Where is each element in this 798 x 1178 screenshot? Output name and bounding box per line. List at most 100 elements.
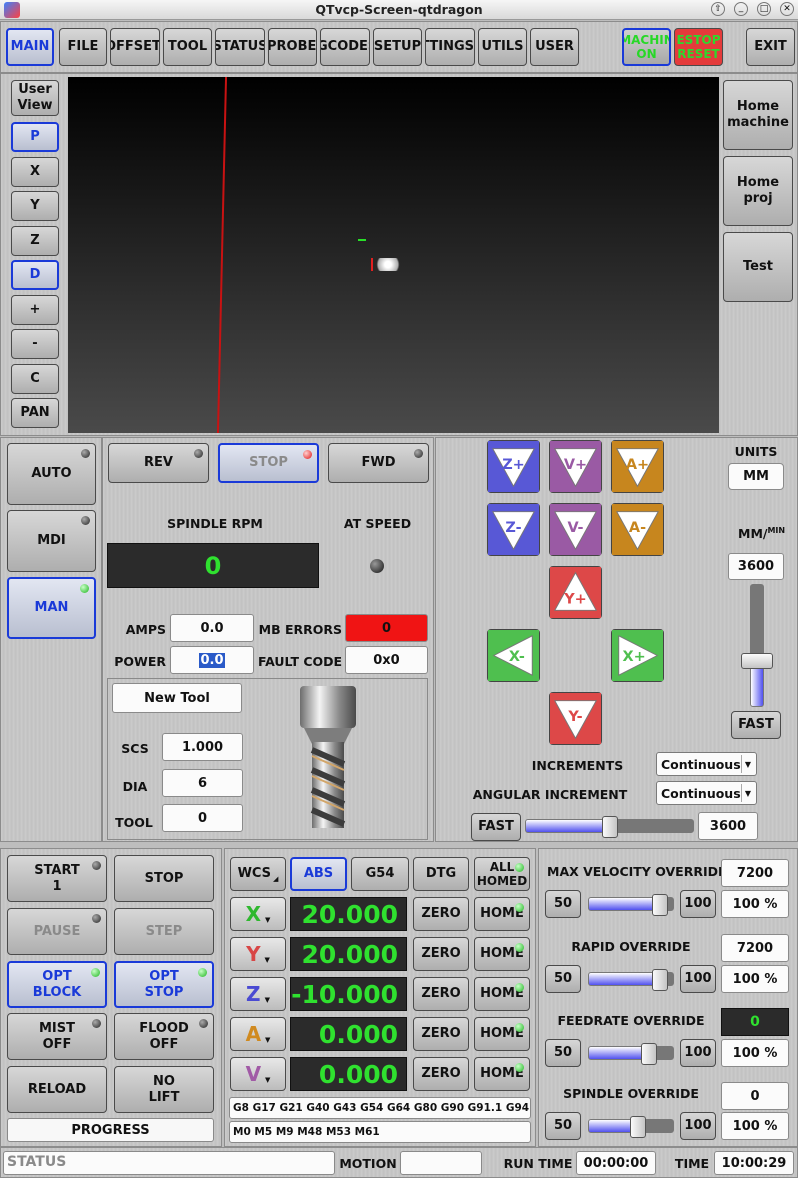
close-icon[interactable]: ✕ bbox=[780, 2, 794, 16]
tab-settings[interactable]: SETTINGS bbox=[425, 28, 475, 66]
all-homed-button[interactable]: ALL HOMED bbox=[474, 857, 530, 891]
minimize-icon[interactable]: _ bbox=[734, 2, 748, 16]
jog-y-plus-button[interactable]: Y+ bbox=[549, 566, 602, 619]
home-y-button[interactable]: HOME bbox=[474, 937, 530, 971]
zero-x-button[interactable]: ZERO bbox=[413, 897, 469, 931]
tab-utils[interactable]: UTILS bbox=[478, 28, 527, 66]
feedrate-slider-knob[interactable] bbox=[640, 1043, 657, 1065]
view-d-button[interactable]: D bbox=[11, 260, 59, 290]
spindle-100-button[interactable]: 100 bbox=[680, 1112, 716, 1140]
axis-y-button[interactable]: Y ▼ bbox=[230, 937, 286, 971]
jog-v-plus-button[interactable]: V+ bbox=[549, 440, 602, 493]
view-x-button[interactable]: X bbox=[11, 157, 59, 187]
window-up-icon[interactable]: ⇧ bbox=[711, 2, 725, 16]
angular-rate-slider[interactable] bbox=[525, 816, 694, 838]
rapid-slider[interactable] bbox=[588, 969, 674, 991]
step-button[interactable]: STEP bbox=[114, 908, 214, 955]
zero-y-button[interactable]: ZERO bbox=[413, 937, 469, 971]
spindle-stop-button[interactable]: STOP bbox=[218, 443, 319, 483]
cycle-stop-button[interactable]: STOP bbox=[114, 855, 214, 902]
angular-fast-button[interactable]: FAST bbox=[471, 813, 521, 841]
axis-x-button[interactable]: X ▼ bbox=[230, 897, 286, 931]
tab-main[interactable]: MAIN bbox=[6, 28, 54, 66]
opt-block-button[interactable]: OPT BLOCK bbox=[7, 961, 107, 1008]
no-lift-button[interactable]: NO LIFT bbox=[114, 1066, 214, 1113]
tab-user[interactable]: USER bbox=[530, 28, 579, 66]
jog-a-minus-button[interactable]: A- bbox=[611, 503, 664, 556]
spindle-fwd-button[interactable]: FWD bbox=[328, 443, 429, 483]
opt-stop-button[interactable]: OPT STOP bbox=[114, 961, 214, 1008]
zoom-out-button[interactable]: - bbox=[11, 329, 59, 359]
tab-gcodes[interactable]: GCODES bbox=[320, 28, 370, 66]
pause-button[interactable]: PAUSE bbox=[7, 908, 107, 955]
mist-button[interactable]: MIST OFF bbox=[7, 1013, 107, 1060]
spindle-override-slider[interactable] bbox=[588, 1116, 674, 1138]
max-velocity-50-button[interactable]: 50 bbox=[545, 890, 581, 918]
gcode-graphics-view[interactable] bbox=[68, 77, 719, 433]
jog-z-minus-button[interactable]: Z- bbox=[487, 503, 540, 556]
dtg-button[interactable]: DTG bbox=[413, 857, 469, 891]
axis-v-button[interactable]: V ▼ bbox=[230, 1057, 286, 1091]
view-y-button[interactable]: Y bbox=[11, 191, 59, 221]
zero-z-button[interactable]: ZERO bbox=[413, 977, 469, 1011]
jog-a-plus-button[interactable]: A+ bbox=[611, 440, 664, 493]
max-velocity-slider-knob[interactable] bbox=[651, 894, 668, 916]
tab-setup[interactable]: SETUP bbox=[373, 28, 422, 66]
view-z-button[interactable]: Z bbox=[11, 226, 59, 256]
jog-fast-button[interactable]: FAST bbox=[731, 711, 781, 739]
max-velocity-100-button[interactable]: 100 bbox=[680, 890, 716, 918]
tab-file[interactable]: FILE bbox=[59, 28, 107, 66]
g54-button[interactable]: G54 bbox=[351, 857, 409, 891]
zero-a-button[interactable]: ZERO bbox=[413, 1017, 469, 1051]
jog-y-minus-button[interactable]: Y- bbox=[549, 692, 602, 745]
tab-tool[interactable]: TOOL bbox=[163, 28, 212, 66]
spindle-rev-button[interactable]: REV bbox=[108, 443, 209, 483]
view-p-button[interactable]: P bbox=[11, 122, 59, 152]
feedrate-50-button[interactable]: 50 bbox=[545, 1039, 581, 1067]
exit-button[interactable]: EXIT bbox=[746, 28, 795, 66]
feedrate-100-button[interactable]: 100 bbox=[680, 1039, 716, 1067]
pan-button[interactable]: PAN bbox=[11, 398, 59, 428]
home-x-button[interactable]: HOME bbox=[474, 897, 530, 931]
jog-x-minus-button[interactable]: X- bbox=[487, 629, 540, 682]
units-button[interactable]: MM bbox=[728, 463, 784, 490]
tab-probe[interactable]: PROBE bbox=[268, 28, 317, 66]
angular-rate-slider-knob[interactable] bbox=[601, 816, 618, 838]
spindle-override-slider-knob[interactable] bbox=[629, 1116, 646, 1138]
jog-x-plus-button[interactable]: X+ bbox=[611, 629, 664, 682]
clear-button[interactable]: C bbox=[11, 364, 59, 394]
spindle-50-button[interactable]: 50 bbox=[545, 1112, 581, 1140]
increments-select[interactable]: Continuous ▼ bbox=[656, 752, 757, 776]
axis-z-button[interactable]: Z ▼ bbox=[230, 977, 286, 1011]
tab-offsets[interactable]: OFFSETS bbox=[110, 28, 160, 66]
zoom-in-button[interactable]: + bbox=[11, 295, 59, 325]
home-a-button[interactable]: HOME bbox=[474, 1017, 530, 1051]
max-velocity-slider[interactable] bbox=[588, 894, 674, 916]
jog-z-plus-button[interactable]: Z+ bbox=[487, 440, 540, 493]
machine-on-button[interactable]: MACHIN ON bbox=[622, 28, 671, 66]
flood-button[interactable]: FLOOD OFF bbox=[114, 1013, 214, 1060]
zero-v-button[interactable]: ZERO bbox=[413, 1057, 469, 1091]
rapid-100-button[interactable]: 100 bbox=[680, 965, 716, 993]
home-proj-button[interactable]: Home proj bbox=[723, 156, 793, 226]
wcs-button[interactable]: WCS ◢ bbox=[230, 857, 286, 891]
mode-auto-button[interactable]: AUTO bbox=[7, 443, 96, 505]
jog-rate-slider-knob[interactable] bbox=[741, 653, 773, 670]
user-view-button[interactable]: User View bbox=[11, 80, 59, 116]
maximize-icon[interactable]: □ bbox=[757, 2, 771, 16]
home-z-button[interactable]: HOME bbox=[474, 977, 530, 1011]
tab-status[interactable]: STATUS bbox=[215, 28, 265, 66]
home-machine-button[interactable]: Home machine bbox=[723, 80, 793, 150]
mode-mdi-button[interactable]: MDI bbox=[7, 510, 96, 572]
jog-v-minus-button[interactable]: V- bbox=[549, 503, 602, 556]
axis-a-button[interactable]: A ▼ bbox=[230, 1017, 286, 1051]
reload-button[interactable]: RELOAD bbox=[7, 1066, 107, 1113]
angular-increment-select[interactable]: Continuous ▼ bbox=[656, 781, 757, 805]
estop-reset-button[interactable]: ESTOP RESET bbox=[674, 28, 723, 66]
home-v-button[interactable]: HOME bbox=[474, 1057, 530, 1091]
feedrate-slider[interactable] bbox=[588, 1043, 674, 1065]
rapid-50-button[interactable]: 50 bbox=[545, 965, 581, 993]
abs-button[interactable]: ABS bbox=[290, 857, 347, 891]
cycle-start-button[interactable]: START 1 bbox=[7, 855, 107, 902]
rapid-slider-knob[interactable] bbox=[651, 969, 668, 991]
